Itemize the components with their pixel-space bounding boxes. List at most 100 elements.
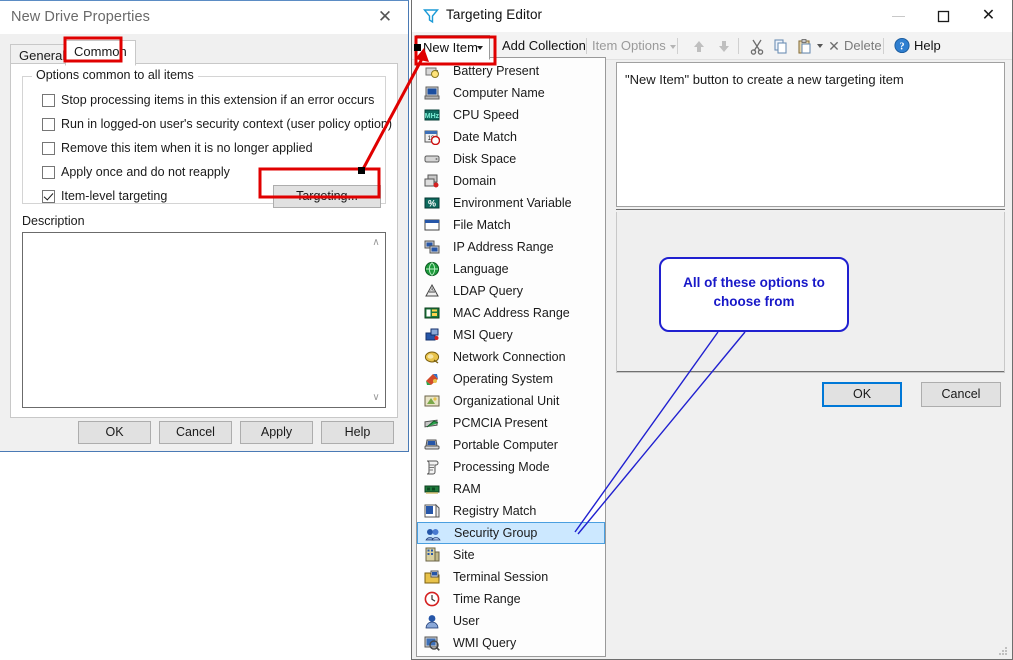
menu-item-network-connection[interactable]: Network Connection (417, 346, 605, 368)
svg-text:MHz: MHz (425, 113, 440, 120)
menu-item-battery-present[interactable]: Battery Present (417, 60, 605, 82)
paste-icon[interactable] (796, 38, 814, 55)
menu-item-operating-system[interactable]: Operating System (417, 368, 605, 390)
chevron-down-icon (669, 45, 676, 49)
checkbox-label: Apply once and do not reapply (61, 165, 230, 179)
minimize-icon[interactable]: — (876, 0, 921, 31)
copy-icon[interactable] (772, 38, 790, 55)
move-up-icon[interactable] (690, 38, 708, 55)
menu-item-domain[interactable]: Domain (417, 170, 605, 192)
menu-item-ip-address-range[interactable]: IP Address Range (417, 236, 605, 258)
menu-item-label: Terminal Session (453, 570, 549, 584)
menu-item-date-match[interactable]: 18 Date Match (417, 126, 605, 148)
menu-item-processing-mode[interactable]: Processing Mode (417, 456, 605, 478)
menu-item-time-range[interactable]: Time Range (417, 588, 605, 610)
globe-icon (424, 261, 440, 277)
apply-button[interactable]: Apply (240, 421, 313, 444)
help-button[interactable]: Help (321, 421, 394, 444)
menu-item-label: Time Range (453, 592, 521, 606)
group-icon (425, 529, 441, 541)
computer-icon (424, 86, 440, 100)
callout-line-1: All of these options to (683, 275, 825, 290)
menu-item-mac-address-range[interactable]: MAC Address Range (417, 302, 605, 324)
window-title: Targeting Editor (446, 7, 543, 22)
delete-x-icon[interactable]: ✕ (826, 37, 842, 59)
item-options-label: Item Options (592, 38, 666, 53)
targeting-editor-titlebar: Targeting Editor — ✕ (412, 0, 1012, 32)
targeting-items-panel[interactable]: "New Item" button to create a new target… (616, 62, 1005, 207)
targeting-button[interactable]: Targeting... (273, 185, 381, 208)
delete-button[interactable]: Delete (844, 35, 882, 57)
tab-page-common: Options common to all items Stop process… (10, 63, 398, 418)
menu-item-label: Date Match (453, 130, 517, 144)
targeting-cancel-button[interactable]: Cancel (921, 382, 1001, 407)
chevron-down-icon[interactable] (817, 44, 823, 48)
menu-item-label: MSI Query (453, 328, 513, 342)
menu-item-wmi-query[interactable]: WMI Query (417, 632, 605, 654)
checkbox-apply-once[interactable] (42, 166, 55, 179)
terminal-icon (424, 570, 440, 584)
funnel-icon (423, 9, 439, 24)
checkbox-stop-processing[interactable] (42, 94, 55, 107)
new-item-label: New Item (423, 40, 478, 55)
description-textarea[interactable]: ∧ ∨ (22, 232, 386, 408)
menu-item-label: IP Address Range (453, 240, 554, 254)
menu-item-disk-space[interactable]: Disk Space (417, 148, 605, 170)
new-item-button[interactable]: New Item (416, 35, 490, 60)
menu-item-user[interactable]: User (417, 610, 605, 632)
tab-common[interactable]: Common (65, 40, 136, 66)
description-scrollbar[interactable]: ∧ ∨ (368, 234, 384, 406)
menu-item-ldap-query[interactable]: A LDAP Query (417, 280, 605, 302)
menu-item-registry-match[interactable]: Registry Match (417, 500, 605, 522)
options-groupbox: Options common to all items Stop process… (22, 68, 392, 208)
menu-item-cpu-speed[interactable]: MHz CPU Speed (417, 104, 605, 126)
close-icon[interactable]: ✕ (966, 0, 1011, 31)
plug-icon (424, 351, 440, 364)
menu-item-label: Language (453, 262, 509, 276)
help-button[interactable]: Help (914, 35, 941, 57)
msi-icon (425, 328, 439, 341)
menu-item-label: MAC Address Range (453, 306, 570, 320)
cancel-button[interactable]: Cancel (159, 421, 232, 444)
callout-line-2: choose from (713, 294, 795, 309)
ok-button[interactable]: OK (78, 421, 151, 444)
checkbox-item-level-targeting[interactable] (42, 190, 55, 203)
resize-grip-icon[interactable] (998, 646, 1008, 656)
menu-item-msi-query[interactable]: MSI Query (417, 324, 605, 346)
menu-item-security-group[interactable]: Security Group (417, 522, 605, 544)
scroll-up-icon[interactable]: ∧ (368, 234, 384, 251)
menu-item-label: Organizational Unit (453, 394, 560, 408)
checkbox-remove-item[interactable] (42, 142, 55, 155)
dialog-button-bar: OK Cancel Apply Help (0, 415, 408, 451)
maximize-icon[interactable] (921, 0, 966, 31)
scroll-icon (426, 460, 439, 475)
menu-item-terminal-session[interactable]: Terminal Session (417, 566, 605, 588)
menu-item-label: WMI Query (453, 636, 517, 650)
menu-item-language[interactable]: Language (417, 258, 605, 280)
checkbox-label: Remove this item when it is no longer ap… (61, 141, 313, 155)
menu-item-site[interactable]: Site (417, 544, 605, 566)
domain-icon (424, 174, 439, 188)
checkbox-run-as-user[interactable] (42, 118, 55, 131)
menu-item-computer-name[interactable]: Computer Name (417, 82, 605, 104)
menu-item-portable-computer[interactable]: Portable Computer (417, 434, 605, 456)
registry-icon (424, 503, 440, 518)
new-item-dropdown-menu: Battery Present Computer Name MHz CPU Speed… (416, 57, 606, 657)
cut-icon[interactable] (748, 38, 766, 55)
scroll-down-icon[interactable]: ∨ (368, 389, 384, 406)
close-icon[interactable]: ✕ (368, 5, 402, 29)
network-icon (424, 240, 440, 254)
menu-item-environment-variable[interactable]: % Environment Variable (417, 192, 605, 214)
targeting-ok-button[interactable]: OK (822, 382, 902, 407)
menu-item-ram[interactable]: RAM (417, 478, 605, 500)
menu-item-file-match[interactable]: File Match (417, 214, 605, 236)
help-icon[interactable]: ? (893, 37, 911, 54)
menu-item-label: Network Connection (453, 350, 566, 364)
move-down-icon[interactable] (715, 38, 733, 55)
item-options-button[interactable]: Item Options (592, 35, 676, 57)
menu-item-organizational-unit[interactable]: Organizational Unit (417, 390, 605, 412)
menu-item-label: LDAP Query (453, 284, 523, 298)
add-collection-button[interactable]: Add Collection (502, 35, 586, 57)
menu-item-pcmcia-present[interactable]: PCMCIA Present (417, 412, 605, 434)
wmi-icon (424, 636, 440, 651)
